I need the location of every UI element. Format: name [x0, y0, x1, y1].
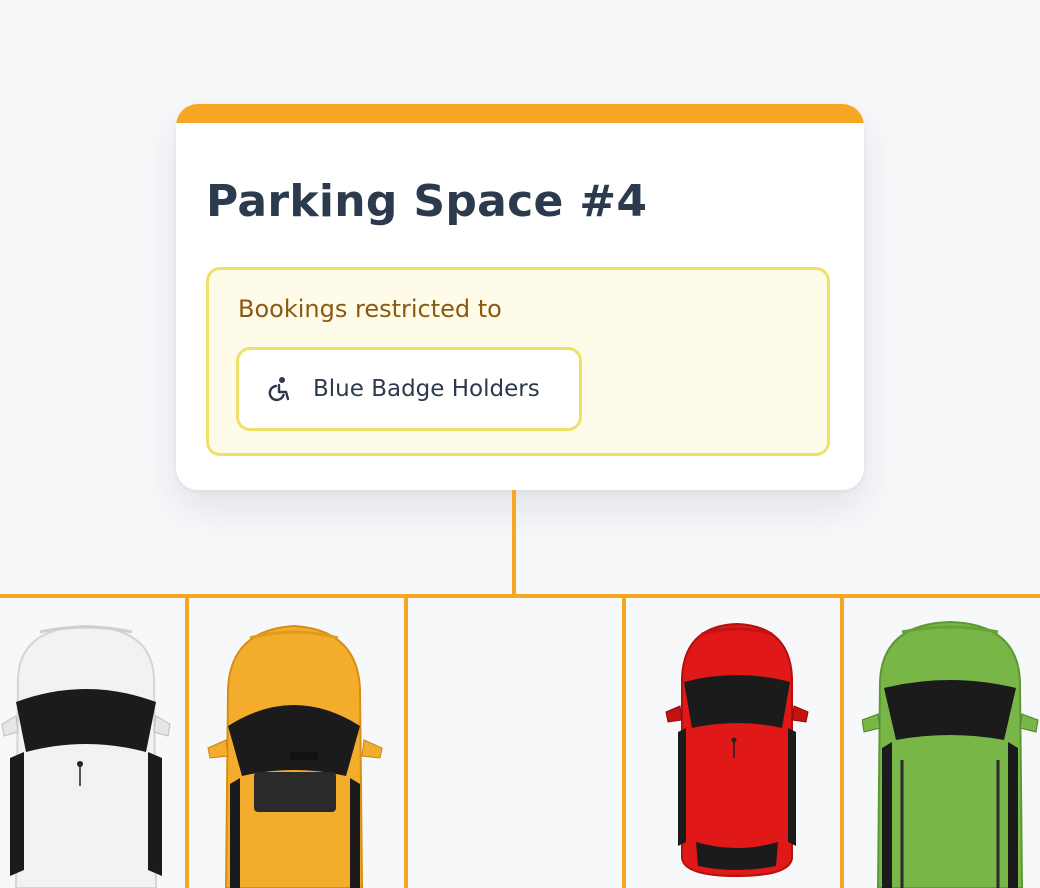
wheelchair-icon	[265, 375, 293, 403]
parked-car-green	[862, 620, 1040, 888]
parked-car-yellow	[206, 624, 384, 888]
bay-divider	[840, 594, 844, 888]
page-title: Parking Space #4	[206, 176, 648, 227]
card-accent-bar	[176, 104, 864, 123]
parking-space-card: Parking Space #4 Bookings restricted to …	[176, 104, 864, 490]
restriction-label: Bookings restricted to	[238, 295, 502, 323]
parked-car-red	[664, 622, 810, 878]
bay-divider	[185, 594, 189, 888]
bay-front-line	[0, 594, 1040, 598]
parked-car-white	[0, 618, 172, 888]
bay-divider	[622, 594, 626, 888]
card-connector-line	[512, 490, 516, 596]
bay-divider	[404, 594, 408, 888]
badge-label: Blue Badge Holders	[313, 376, 540, 402]
blue-badge-holders-chip[interactable]: Blue Badge Holders	[236, 347, 582, 431]
booking-restriction-panel: Bookings restricted to Blue Badge Holder…	[206, 267, 830, 456]
